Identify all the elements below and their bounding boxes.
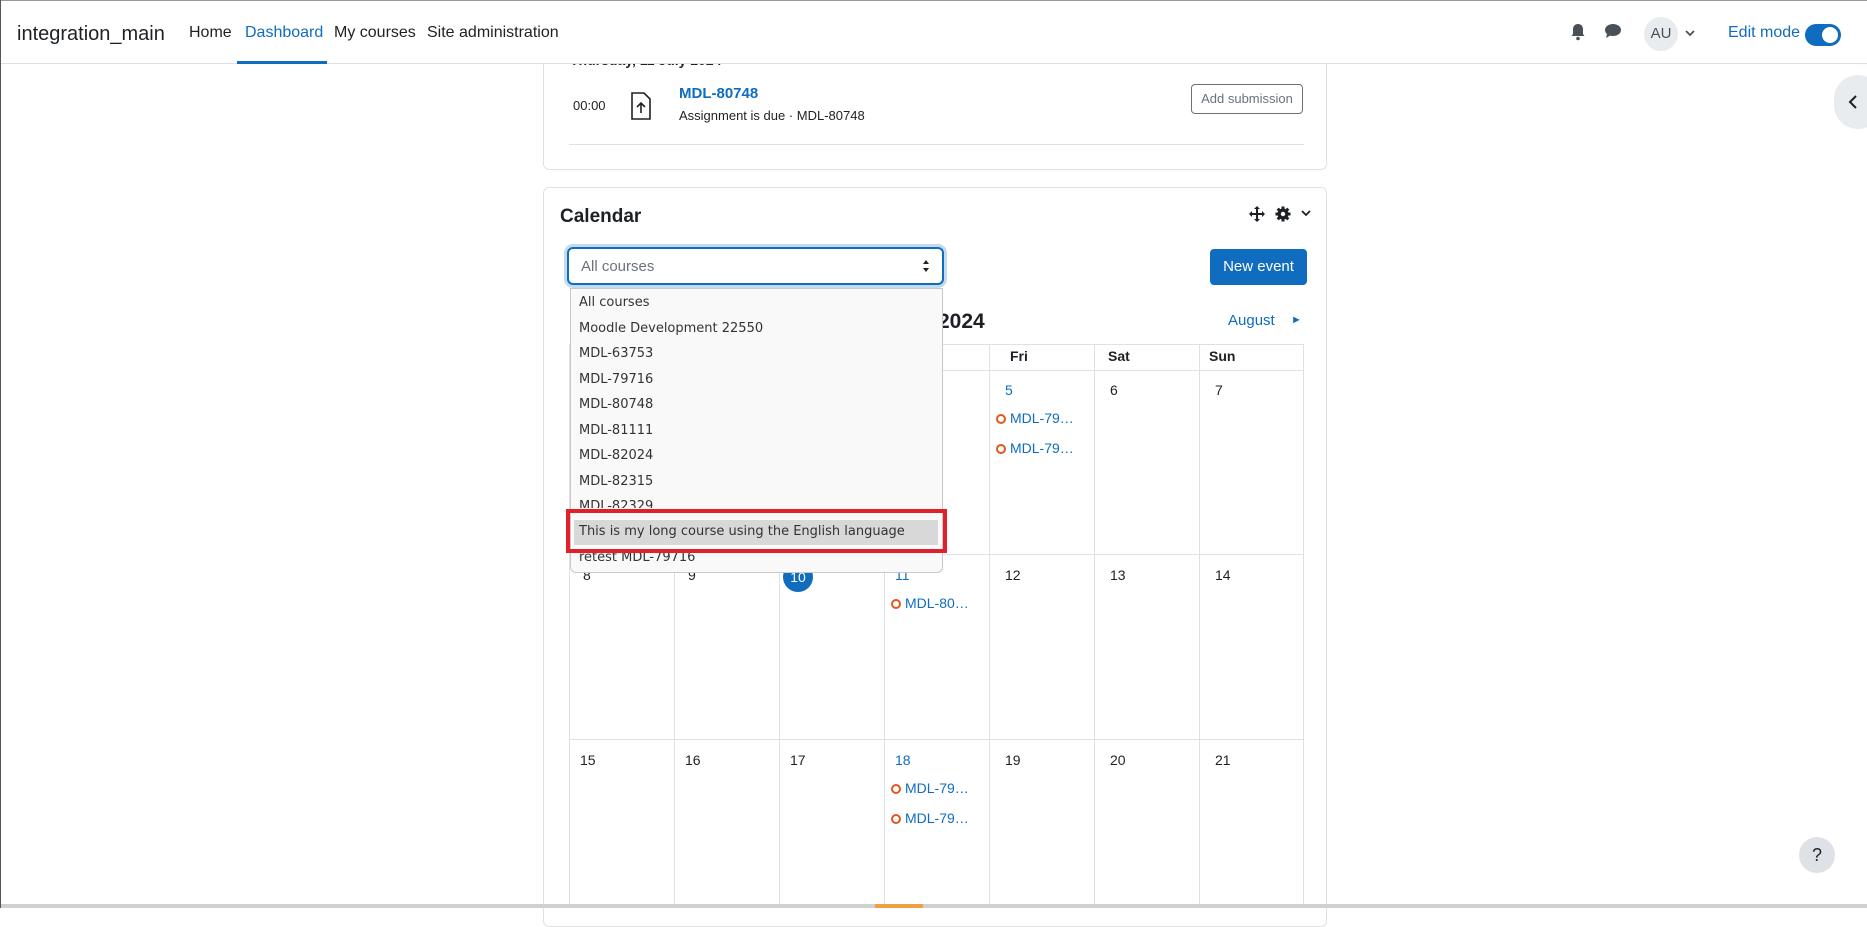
calendar-event[interactable]: MDL-80…	[891, 595, 969, 611]
event-time: 00:00	[573, 98, 606, 113]
right-drawer-toggle[interactable]	[1834, 75, 1867, 129]
add-submission-button[interactable]: Add submission	[1191, 84, 1303, 114]
day-14: 14	[1215, 567, 1231, 583]
month-title: 2024	[938, 310, 985, 333]
course-option[interactable]: MDL-82315	[579, 472, 653, 492]
chat-icon[interactable]	[1604, 23, 1622, 39]
assignment-upload-icon	[631, 92, 651, 120]
chevron-left-icon	[1848, 95, 1857, 109]
calendar-event[interactable]: MDL-79…	[996, 440, 1074, 456]
timeline-divider	[569, 144, 1304, 145]
course-filter-select[interactable]: All courses	[567, 247, 944, 285]
event-subtitle: Assignment is due · MDL-80748	[679, 108, 865, 123]
nav-active-indicator	[237, 61, 327, 64]
select-arrows-icon	[923, 260, 929, 272]
nav-site-administration[interactable]: Site administration	[427, 24, 559, 42]
grid-line	[989, 344, 990, 904]
grid-line	[569, 739, 1304, 740]
grid-line	[1303, 344, 1304, 904]
course-option[interactable]: Moodle Development 22550	[579, 319, 763, 339]
calendar-event[interactable]: MDL-79…	[891, 810, 969, 826]
event-dot-icon	[891, 599, 901, 609]
grid-line	[1094, 344, 1095, 904]
day-16: 16	[685, 752, 701, 768]
gear-icon[interactable]	[1275, 206, 1291, 222]
weekday-sat: Sat	[1108, 348, 1130, 364]
weekday-sun: Sun	[1209, 348, 1236, 364]
event-dot-icon	[996, 444, 1006, 454]
course-option[interactable]: retest MDL-79716	[579, 548, 695, 568]
course-option[interactable]: MDL-80748	[579, 395, 653, 415]
day-7: 7	[1215, 382, 1223, 398]
chevron-down-icon[interactable]	[1685, 30, 1695, 37]
event-dot-icon	[891, 814, 901, 824]
event-dot-icon	[891, 784, 901, 794]
next-month-arrow-icon[interactable]: ►	[1291, 314, 1302, 326]
edit-mode-label: Edit mode	[1728, 24, 1801, 41]
site-brand[interactable]: integration_main	[17, 23, 165, 46]
day-15: 15	[580, 752, 596, 768]
day-17: 17	[790, 752, 806, 768]
course-option-selected[interactable]: This is my long course using the English…	[579, 522, 905, 542]
event-dot-icon	[996, 414, 1006, 424]
day-20: 20	[1110, 752, 1126, 768]
calendar-event[interactable]: MDL-79…	[996, 410, 1074, 426]
event-title-link[interactable]: MDL-80748	[679, 85, 758, 102]
course-option[interactable]: MDL-82329	[579, 497, 653, 508]
course-option[interactable]: All courses	[579, 293, 649, 313]
course-option[interactable]: MDL-82024	[579, 446, 653, 466]
edit-mode-toggle[interactable]	[1805, 24, 1841, 46]
block-actions-chevron-icon[interactable]	[1301, 210, 1311, 217]
nav-home[interactable]: Home	[189, 24, 232, 42]
day-21: 21	[1215, 752, 1231, 768]
course-option[interactable]: MDL-79716	[579, 370, 653, 390]
next-month-link[interactable]: August	[1228, 312, 1275, 329]
top-navbar: integration_main Home Dashboard My cours…	[1, 0, 1867, 64]
new-event-button[interactable]: New event	[1210, 249, 1307, 285]
grid-line	[779, 554, 780, 904]
help-button[interactable]: ?	[1799, 837, 1835, 873]
course-option[interactable]: MDL-63753	[579, 344, 653, 364]
calendar-title: Calendar	[560, 206, 642, 227]
day-5[interactable]: 5	[1005, 382, 1013, 398]
bell-icon[interactable]	[1570, 23, 1586, 41]
course-filter-value: All courses	[581, 258, 655, 275]
grid-line	[674, 554, 675, 904]
nav-my-courses[interactable]: My courses	[334, 24, 416, 42]
horizontal-scrollbar[interactable]	[1, 904, 1867, 908]
user-avatar[interactable]: AU	[1644, 17, 1678, 51]
grid-line	[1199, 344, 1200, 904]
calendar-event[interactable]: MDL-79…	[891, 780, 969, 796]
nav-dashboard[interactable]: Dashboard	[245, 24, 323, 42]
course-option[interactable]: MDL-81111	[579, 421, 653, 441]
course-filter-dropdown: All courses Moodle Development 22550 MDL…	[570, 288, 943, 573]
day-6: 6	[1110, 382, 1118, 398]
day-18[interactable]: 18	[895, 752, 911, 768]
day-19: 19	[1005, 752, 1021, 768]
weekday-fri: Fri	[1010, 348, 1028, 364]
scrollbar-marker	[875, 904, 923, 908]
day-13: 13	[1110, 567, 1126, 583]
day-12: 12	[1005, 567, 1021, 583]
move-icon[interactable]	[1249, 206, 1265, 222]
